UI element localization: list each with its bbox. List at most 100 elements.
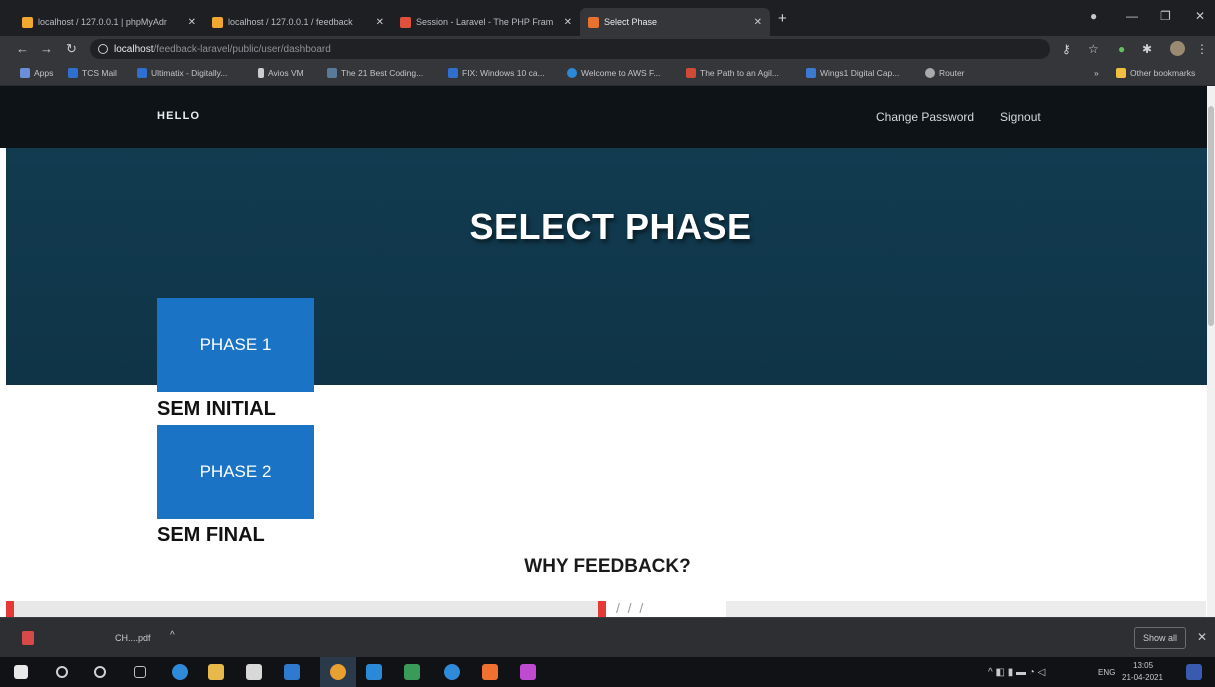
xampp-icon[interactable] <box>482 664 498 680</box>
bookmark-label: Welcome to AWS F... <box>581 68 661 78</box>
menu-kebab-icon[interactable]: ⋮ <box>1196 42 1208 56</box>
tab-title: Select Phase <box>604 17 658 27</box>
bookmark-agile[interactable]: The Path to an Agil... <box>686 68 779 78</box>
scrollbar-thumb[interactable] <box>1208 106 1214 326</box>
feedback-image-right <box>726 601 1206 617</box>
phase-2-label: SEM FINAL <box>157 524 265 546</box>
minimize-icon[interactable]: — <box>1126 9 1138 23</box>
bookmark-coding[interactable]: The 21 Best Coding... <box>327 68 423 78</box>
tab-title: Session - Laravel - The PHP Fram <box>416 17 554 27</box>
bookmark-aws[interactable]: Welcome to AWS F... <box>567 68 660 78</box>
tab-phpmyadmin[interactable]: localhost / 127.0.0.1 | phpMyAdr ✕ <box>14 8 204 36</box>
site-navbar: HELLO Change Password Signout <box>0 86 1215 148</box>
browser-icon[interactable] <box>444 664 460 680</box>
language-indicator[interactable]: ENG <box>1098 668 1115 677</box>
notification-center-icon[interactable] <box>1186 664 1202 680</box>
tab-laravel-session[interactable]: Session - Laravel - The PHP Fram ✕ <box>392 8 580 36</box>
key-icon[interactable]: ⚷ <box>1062 42 1071 56</box>
bookmark-ultimatix[interactable]: Ultimatix - Digitally... <box>137 68 227 78</box>
site-info-icon[interactable] <box>98 44 108 54</box>
bookmark-label: Wings1 Digital Cap... <box>820 68 900 78</box>
bookmark-label: Other bookmarks <box>1130 68 1196 78</box>
task-view-icon[interactable] <box>134 666 146 678</box>
clock-date[interactable]: 21-04-2021 <box>1122 673 1163 682</box>
windows-start-icon[interactable] <box>14 665 28 679</box>
download-file-name[interactable]: CH....pdf <box>115 633 151 643</box>
bookmark-other[interactable]: Other bookmarks <box>1116 68 1195 78</box>
bookmark-fix-windows[interactable]: FIX: Windows 10 ca... <box>448 68 545 78</box>
browser-toolbar: ← → ↻ localhost/feedback-laravel/public/… <box>0 36 1215 62</box>
tab-title: localhost / 127.0.0.1 / feedback <box>228 17 353 27</box>
tab-select-phase[interactable]: Select Phase ✕ <box>580 8 770 36</box>
show-all-button[interactable]: Show all <box>1134 627 1187 649</box>
folder-icon <box>1116 68 1126 78</box>
pdf-file-icon[interactable] <box>22 631 34 645</box>
clock-time[interactable]: 13:05 <box>1133 661 1153 670</box>
site-favicon-icon <box>588 16 599 28</box>
phase-1-button[interactable]: PHASE 1 <box>157 298 314 392</box>
close-icon[interactable]: ✕ <box>182 17 196 28</box>
profile-avatar[interactable] <box>1170 41 1185 56</box>
search-icon[interactable] <box>56 666 68 678</box>
bookmark-label: The 21 Best Coding... <box>341 68 424 78</box>
aws-icon <box>567 68 577 78</box>
close-icon[interactable]: ✕ <box>748 17 762 28</box>
window-close-icon[interactable]: ✕ <box>1195 9 1205 23</box>
maximize-icon[interactable]: ❐ <box>1160 9 1171 23</box>
more-bookmarks-chevron-icon[interactable]: » <box>1094 68 1099 78</box>
close-icon[interactable]: ✕ <box>558 17 572 28</box>
close-icon[interactable]: ✕ <box>1197 630 1207 644</box>
reload-icon[interactable]: ↻ <box>66 41 77 57</box>
signout-link[interactable]: Signout <box>1000 110 1041 124</box>
site-icon <box>806 68 816 78</box>
system-tray-icons[interactable]: ^ ◧ ▮ ▬ ◔ ◁ <box>988 667 1045 678</box>
url-host: localhost <box>114 43 154 55</box>
laravel-favicon-icon <box>400 16 411 28</box>
tab-feedback-db[interactable]: localhost / 127.0.0.1 / feedback ✕ <box>204 8 392 36</box>
phpmyadmin-favicon-icon <box>212 16 223 28</box>
bookmark-label: The Path to an Agil... <box>700 68 779 78</box>
file-explorer-icon[interactable] <box>208 664 224 680</box>
address-bar[interactable]: localhost/feedback-laravel/public/user/d… <box>90 39 1050 59</box>
downloads-shelf: CH....pdf ^ Show all ✕ <box>0 617 1215 657</box>
close-icon[interactable]: ✕ <box>370 17 384 28</box>
new-tab-plus-icon[interactable]: + <box>778 10 787 27</box>
bookmark-apps[interactable]: Apps <box>20 68 53 78</box>
cortana-icon[interactable] <box>94 666 106 678</box>
why-feedback-heading: WHY FEEDBACK? <box>524 556 691 577</box>
bookmark-label: Router <box>939 68 965 78</box>
change-password-link[interactable]: Change Password <box>876 110 974 124</box>
bookmarks-bar: Apps TCS Mail Ultimatix - Digitally... A… <box>0 62 1215 86</box>
bookmark-label: Apps <box>34 68 54 78</box>
bookmark-wings1[interactable]: Wings1 Digital Cap... <box>806 68 899 78</box>
extension-green-icon[interactable]: ● <box>1118 42 1125 56</box>
feedback-image-left <box>6 601 606 617</box>
chrome-account-circle-icon[interactable]: ● <box>1090 9 1097 23</box>
chrome-icon[interactable] <box>330 664 346 680</box>
phase-1-label: SEM INITIAL <box>157 398 276 420</box>
bookmark-label: TCS Mail <box>82 68 117 78</box>
chevron-up-icon[interactable]: ^ <box>170 630 175 641</box>
bookmark-router[interactable]: Router <box>925 68 965 78</box>
ultimatix-icon <box>137 68 147 78</box>
apps-grid-icon <box>20 68 30 78</box>
bookmark-tcs-mail[interactable]: TCS Mail <box>68 68 117 78</box>
phase-2-button[interactable]: PHASE 2 <box>157 425 314 519</box>
navbar-brand[interactable]: HELLO <box>157 110 200 122</box>
bookmark-star-icon[interactable]: ☆ <box>1088 42 1099 56</box>
bookmark-label: FIX: Windows 10 ca... <box>462 68 545 78</box>
bookmark-avios-vm[interactable]: Avios VM <box>258 68 304 78</box>
forward-arrow-icon[interactable]: → <box>40 41 53 57</box>
back-arrow-icon[interactable]: ← <box>16 41 29 57</box>
calculator-icon[interactable] <box>404 664 420 680</box>
extensions-puzzle-icon[interactable]: ✱ <box>1142 42 1152 56</box>
windows-taskbar: ^ ◧ ▮ ▬ ◔ ◁ ENG 13:05 21-04-2021 <box>0 657 1215 687</box>
mail-icon[interactable] <box>284 664 300 680</box>
site-icon <box>448 68 458 78</box>
edge-browser-icon[interactable] <box>172 664 188 680</box>
vscode-icon[interactable] <box>366 664 382 680</box>
page-icon <box>258 68 264 78</box>
tab-title: localhost / 127.0.0.1 | phpMyAdr <box>38 17 167 27</box>
store-icon[interactable] <box>246 664 262 680</box>
phpstorm-icon[interactable] <box>520 664 536 680</box>
